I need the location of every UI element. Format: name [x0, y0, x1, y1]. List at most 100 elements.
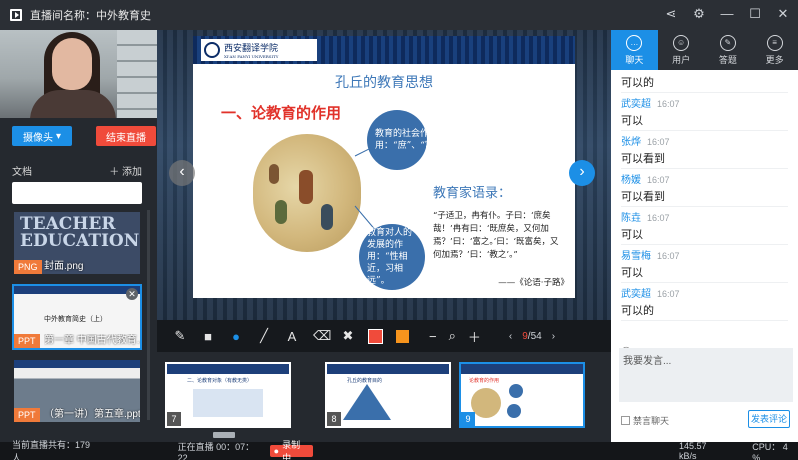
clear-brush-icon[interactable]: ✖ — [341, 328, 355, 344]
app-logo-icon — [10, 9, 22, 21]
tab-users[interactable]: ☺ 用户 — [658, 30, 705, 70]
doc-type-tag: PNG — [14, 260, 42, 274]
doc-thumb-text: 中外教育简史（上） — [44, 316, 107, 323]
pager-prev-icon[interactable]: ‹ — [509, 331, 512, 342]
doc-item-cover[interactable]: TEACHER EDUCATION PNG 封面.png — [12, 210, 142, 276]
chat-message: 武奕超 16:07 可以 — [621, 93, 788, 131]
page-indicator: 9/54 — [522, 330, 542, 342]
add-doc-button[interactable]: ＋ 添加 — [109, 163, 142, 178]
chat-message: 张烨 16:07 可以看到 — [621, 131, 788, 169]
chat-panel: … 聊天 ☺ 用户 ✎ 答题 ≡ 更多 可以的 武奕超 16:07 可以 张烨 16:07 可以… — [611, 30, 798, 442]
slide-stage: 西安翻译学院 XI'AN FANYI UNIVERSITY 孔丘的教育思想 一、论… — [157, 30, 611, 320]
share-icon[interactable]: ⋖ — [664, 5, 678, 23]
bubble-personal-development: 教育对人的发展的作用：“性相近，习相远”。 — [359, 224, 425, 290]
prev-slide-button[interactable]: ‹ — [169, 160, 195, 186]
tab-more[interactable]: ≡ 更多 — [751, 30, 798, 70]
quote-source: ——《论语·子路》 — [498, 278, 569, 288]
tab-quiz[interactable]: ✎ 答题 — [705, 30, 752, 70]
next-slide-button[interactable]: › — [569, 160, 595, 186]
slide-canvas: 西安翻译学院 XI'AN FANYI UNIVERSITY 孔丘的教育思想 一、论… — [193, 36, 575, 298]
doc-cover-text: TEACHER EDUCATION — [20, 214, 140, 251]
window-controls: ⋖ ⚙ — ☐ ✕ — [664, 5, 790, 23]
slide-header-band: 西安翻译学院 XI'AN FANYI UNIVERSITY — [193, 36, 575, 64]
thumb-header-band — [14, 286, 140, 294]
doc-close-icon[interactable]: ✕ — [126, 288, 138, 300]
slide-pager: ‹ 9/54 › — [509, 331, 555, 342]
slide-title: 孔丘的教育思想 — [335, 75, 433, 91]
pen-icon[interactable]: ✎ — [173, 328, 187, 344]
close-icon[interactable]: ✕ — [776, 5, 790, 23]
zoom-controls: − ⌕ ＋ — [429, 327, 481, 346]
thumb-text: 论教育的作用 — [469, 378, 500, 384]
strip-scrollbar[interactable] — [213, 432, 235, 438]
doc-search-input[interactable] — [12, 182, 142, 204]
chat-message: 陈垚 16:07 可以 — [621, 207, 788, 245]
zoom-out-icon[interactable]: − — [429, 329, 437, 344]
pager-next-icon[interactable]: › — [552, 331, 555, 342]
minimize-icon[interactable]: — — [720, 5, 734, 23]
slide-thumb-8[interactable]: 孔丘的教育目的 8 — [325, 362, 451, 428]
title-bar: 直播间名称：中外教育史 ⋖ ⚙ — ☐ ✕ — [0, 0, 798, 30]
chat-message: 杨媛 16:07 可以看到 — [621, 169, 788, 207]
plus-icon: ＋ — [109, 167, 120, 178]
webcam-preview — [0, 30, 157, 118]
quote-title: 教育家语录： — [433, 186, 512, 201]
chat-message: 可以的 — [621, 70, 788, 93]
end-live-button[interactable]: 结束直播 — [96, 126, 156, 146]
users-icon: ☺ — [673, 34, 690, 51]
doc-item-lecture5[interactable]: PPT （第一讲）第五章.pptx — [12, 358, 142, 424]
university-logo: 西安翻译学院 XI'AN FANYI UNIVERSITY — [201, 39, 317, 61]
doc-type-tag: PPT — [14, 408, 40, 422]
chat-message: 易雪梅 16:07 可以 — [621, 245, 788, 283]
doc-list-scrollbar[interactable] — [147, 210, 150, 420]
viewer-count: 当前直播共有：179人 — [12, 440, 91, 460]
quote-text: “子适卫，冉有仆。子曰：‘庶矣哉！’冉有曰：‘既庶矣，又何加焉？’曰：‘富之。’… — [433, 211, 559, 260]
camera-button[interactable]: 摄像头 ▾ — [12, 126, 72, 146]
ban-chat-toggle[interactable]: 禁言聊天 — [621, 414, 669, 427]
tab-chat[interactable]: … 聊天 — [611, 30, 658, 70]
left-panel: 摄像头 ▾ 结束直播 文档 ＋ 添加 TEACHER EDUCATION PNG … — [0, 30, 157, 442]
maximize-icon[interactable]: ☐ — [748, 5, 762, 23]
color-swatch-red[interactable] — [368, 328, 383, 344]
slide-thumb-9[interactable]: 论教育的作用 9 — [459, 362, 585, 428]
zoom-search-icon[interactable]: ⌕ — [449, 328, 456, 344]
slide-heading: 一、论教育的作用 — [221, 104, 342, 122]
rectangle-icon[interactable]: ■ — [201, 329, 215, 344]
thumb-number: 7 — [167, 412, 181, 426]
checkbox-icon — [621, 416, 630, 425]
live-controls: 摄像头 ▾ 结束直播 — [12, 126, 156, 146]
recording-badge[interactable]: ● 录制中 — [269, 440, 313, 460]
chat-messages: 可以的 武奕超 16:07 可以 张烨 16:07 可以看到 杨媛 16:07 可以看到 陈… — [611, 70, 798, 342]
zoom-in-icon[interactable]: ＋ — [468, 327, 481, 346]
chat-message: 武奕超 16:07 可以的 — [621, 283, 788, 321]
status-bar: 当前直播共有：179人 正在直播 00：07：22 ● 录制中 145.57 kB… — [0, 440, 798, 460]
send-comment-button[interactable]: 发表评论 — [748, 410, 790, 428]
slide-thumb-7[interactable]: 二、论教育对象（有教无类） 7 — [165, 362, 291, 428]
doc-name: 第一章 中国古代教育... — [44, 335, 140, 346]
presenter-face — [52, 38, 92, 90]
caret-down-icon: ▾ — [55, 130, 62, 142]
cpu-usage: CPU： 4 % — [752, 441, 788, 460]
background-shelf — [117, 30, 157, 118]
line-icon[interactable]: ╱ — [257, 328, 271, 344]
doc-list: TEACHER EDUCATION PNG 封面.png 中外教育简史（上） ✕… — [12, 210, 142, 432]
text-icon[interactable]: A — [285, 329, 299, 344]
settings-gear-icon[interactable]: ⚙ — [692, 5, 706, 23]
doc-item-chapter1[interactable]: 中外教育简史（上） ✕ PPT 第一章 中国古代教育... — [12, 284, 142, 350]
color-swatch-orange[interactable] — [396, 329, 409, 343]
doc-name: （第一讲）第五章.pptx — [44, 409, 140, 420]
thumb-number: 8 — [327, 412, 341, 426]
circle-icon[interactable]: ● — [229, 329, 243, 344]
presenter-body — [30, 90, 116, 118]
thumb-text: 二、论教育对象（有教无类） — [187, 378, 253, 384]
chat-bubble-icon: … — [626, 34, 643, 51]
doc-name: 封面.png — [44, 261, 84, 272]
docs-label: 文档 — [12, 167, 32, 178]
chat-input[interactable]: 我要发言... — [619, 348, 793, 402]
eraser-icon[interactable]: ⌫ — [313, 328, 331, 344]
record-dot-icon: ● — [273, 446, 280, 456]
whiteboard-toolbar: ✎ ■ ● ╱ A ⌫ ✖ − ⌕ ＋ ‹ 9/54 › — [157, 320, 611, 352]
network-speed: 145.57 kB/s — [678, 441, 707, 460]
bubble-social-role: 教育的社会作用：“庶”、“富”、“教”。 — [367, 110, 475, 170]
thumb-number: 9 — [461, 412, 475, 426]
